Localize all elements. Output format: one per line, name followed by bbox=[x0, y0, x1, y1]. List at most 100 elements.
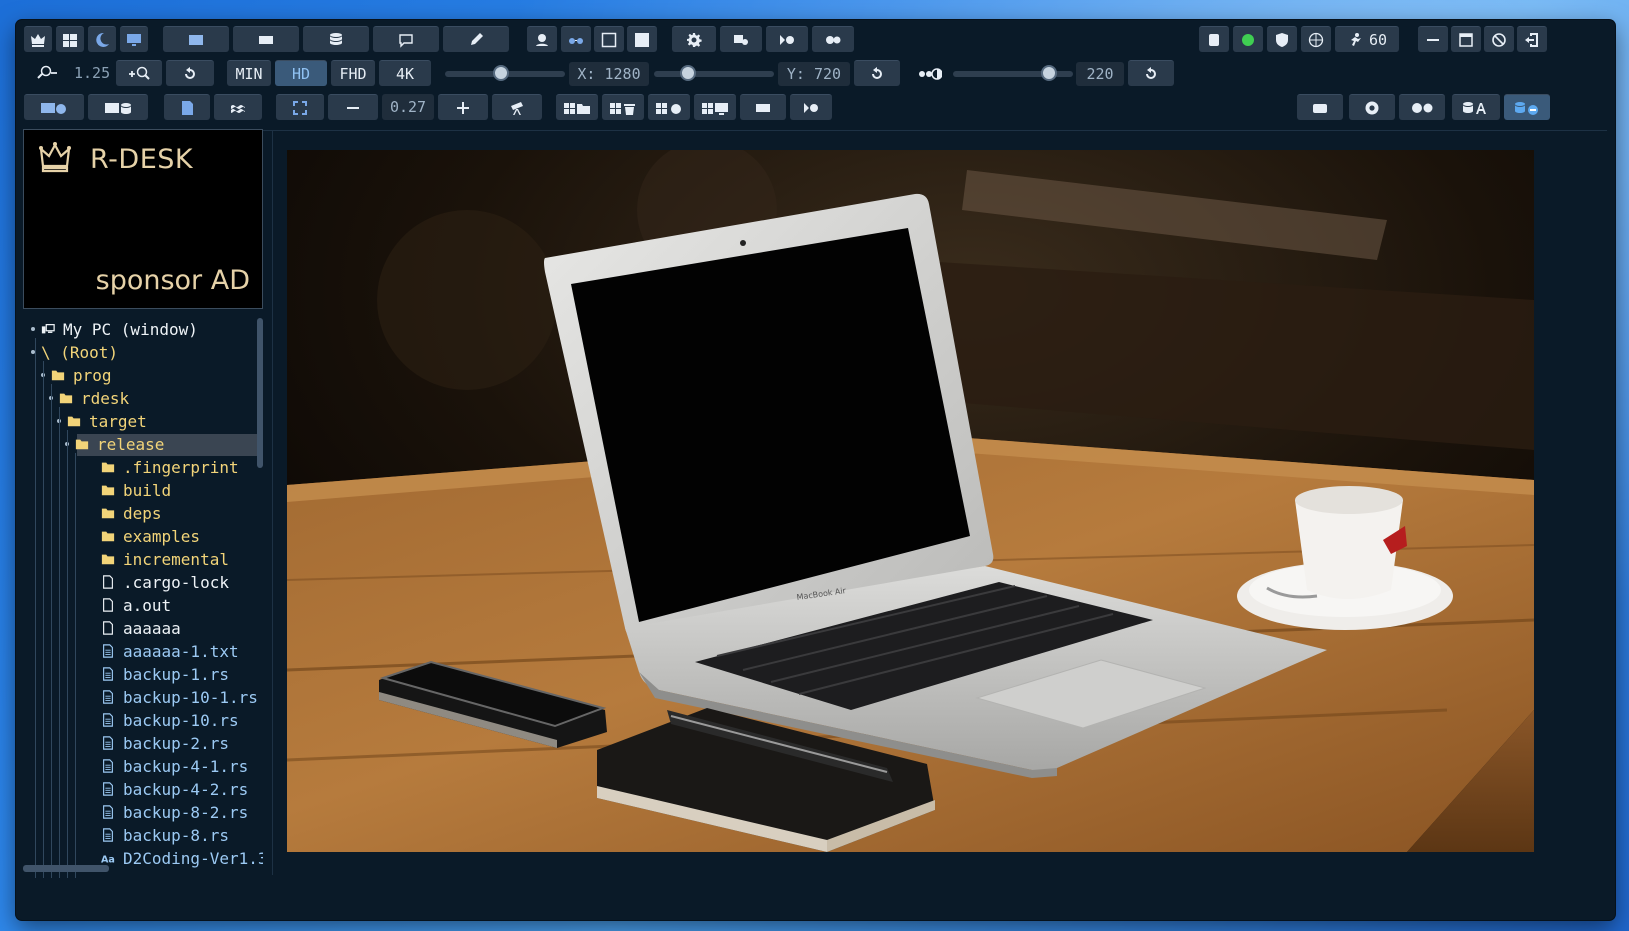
tree-item[interactable]: backup-2.rs bbox=[101, 732, 229, 754]
file-tree[interactable]: My PC (window) \ (Root) prog rdesk target rel… bbox=[23, 318, 263, 878]
windows-button[interactable] bbox=[56, 26, 84, 52]
image-viewer[interactable]: MacBook Air bbox=[287, 150, 1534, 852]
preset-fhd-button[interactable]: FHD bbox=[331, 60, 375, 86]
height-slider-knob[interactable] bbox=[680, 65, 696, 81]
square-outline-button[interactable] bbox=[594, 26, 624, 52]
glasses-button[interactable] bbox=[561, 26, 591, 52]
windows-folder-icon bbox=[564, 102, 590, 114]
tree-item[interactable]: backup-8.rs bbox=[101, 824, 229, 846]
tree-horizontal-scrollbar[interactable] bbox=[23, 865, 109, 872]
green-app-button[interactable] bbox=[1233, 26, 1263, 52]
tree-item-label: backup-10.rs bbox=[123, 710, 239, 730]
image-settings-button[interactable] bbox=[720, 26, 762, 52]
step-increase-button[interactable] bbox=[438, 94, 488, 120]
folder-icon bbox=[101, 462, 115, 473]
image-browser-button[interactable] bbox=[24, 94, 84, 120]
tree-item[interactable]: examples bbox=[101, 525, 200, 547]
zoom-reset-button[interactable] bbox=[166, 60, 214, 86]
maximize-button[interactable] bbox=[1451, 26, 1481, 52]
globe-button[interactable] bbox=[1301, 26, 1331, 52]
video-button[interactable] bbox=[1297, 94, 1343, 120]
windows-display-button[interactable] bbox=[694, 94, 736, 120]
waves-button[interactable] bbox=[214, 94, 262, 120]
tree-item[interactable]: build bbox=[101, 479, 171, 501]
x-value-field[interactable]: X: 1280 bbox=[569, 62, 649, 86]
height-slider[interactable] bbox=[654, 65, 774, 81]
block-button[interactable] bbox=[1484, 26, 1514, 52]
tree-item[interactable]: rdesk bbox=[59, 387, 129, 409]
browser-settings-button[interactable] bbox=[812, 26, 854, 52]
keyboard-shortcut-button[interactable] bbox=[740, 94, 786, 120]
exit-button[interactable] bbox=[1517, 26, 1547, 52]
windows-trash-button[interactable] bbox=[602, 94, 644, 120]
sponsor-ad[interactable]: R-DESK sponsor AD bbox=[23, 129, 263, 309]
database-button[interactable] bbox=[303, 26, 369, 52]
step-value-field[interactable]: 0.27 bbox=[382, 94, 434, 120]
width-slider[interactable] bbox=[445, 65, 565, 81]
font-db-button[interactable] bbox=[1452, 94, 1500, 120]
opacity-value-field[interactable]: 220 bbox=[1076, 62, 1124, 86]
preset-min-button[interactable]: MIN bbox=[227, 60, 271, 86]
width-slider-knob[interactable] bbox=[493, 65, 509, 81]
tree-item[interactable]: \ (Root) bbox=[41, 341, 118, 363]
opacity-reset-button[interactable] bbox=[1128, 60, 1174, 86]
tree-item[interactable]: incremental bbox=[101, 548, 229, 570]
shield-button[interactable] bbox=[1267, 26, 1297, 52]
browser-settings-button-2[interactable] bbox=[1399, 94, 1445, 120]
user-button[interactable] bbox=[527, 26, 557, 52]
tree-item[interactable]: prog bbox=[51, 364, 112, 386]
document-button[interactable] bbox=[164, 94, 210, 120]
tree-item[interactable]: deps bbox=[101, 502, 162, 524]
tree-item[interactable]: target bbox=[67, 410, 147, 432]
image-db-button[interactable] bbox=[88, 94, 148, 120]
tree-item[interactable]: aaaaaa-1.txt bbox=[101, 640, 239, 662]
tree-item[interactable]: backup-4-1.rs bbox=[101, 755, 248, 777]
opacity-slider-knob[interactable] bbox=[1041, 65, 1057, 81]
windows-settings-button[interactable] bbox=[648, 94, 690, 120]
tree-item[interactable]: backup-10-1.rs bbox=[101, 686, 258, 708]
step-decrease-button[interactable] bbox=[328, 94, 378, 120]
keyboard-button[interactable] bbox=[233, 26, 299, 52]
fullscreen-button[interactable] bbox=[276, 94, 324, 120]
image-button[interactable] bbox=[163, 26, 229, 52]
telescope-button[interactable] bbox=[492, 94, 542, 120]
tree-item[interactable]: backup-10.rs bbox=[101, 709, 239, 731]
crown-button[interactable] bbox=[24, 26, 52, 52]
tree-item[interactable]: release bbox=[75, 433, 164, 455]
zoom-in-button[interactable] bbox=[116, 60, 162, 86]
display-button[interactable] bbox=[120, 26, 148, 52]
text-file-icon bbox=[103, 736, 113, 750]
app-button[interactable] bbox=[1199, 26, 1229, 52]
settings-button[interactable] bbox=[672, 26, 716, 52]
square-filled-button[interactable] bbox=[627, 26, 657, 52]
fps-button[interactable]: 60 bbox=[1335, 26, 1399, 52]
tree-item[interactable]: backup-8-2.rs bbox=[101, 801, 248, 823]
tree-item[interactable]: backup-1.rs bbox=[101, 663, 229, 685]
run-settings-button[interactable] bbox=[790, 94, 832, 120]
font-file-icon: Aa bbox=[101, 854, 115, 865]
windows-folder-button[interactable] bbox=[556, 94, 598, 120]
tree-item[interactable]: backup-4-2.rs bbox=[101, 778, 248, 800]
tree-expander[interactable] bbox=[31, 327, 35, 331]
tree-item[interactable]: My PC (window) bbox=[41, 318, 198, 340]
tree-item[interactable]: a.out bbox=[101, 594, 171, 616]
theme-button[interactable] bbox=[88, 26, 116, 52]
db-remove-button[interactable] bbox=[1504, 94, 1550, 120]
preset-hd-button[interactable]: HD bbox=[275, 60, 327, 86]
play-settings-button[interactable] bbox=[766, 26, 808, 52]
file-icon bbox=[103, 575, 113, 589]
chat-button[interactable] bbox=[373, 26, 439, 52]
chrome-button[interactable] bbox=[1349, 94, 1395, 120]
tree-item[interactable]: .cargo-lock bbox=[101, 571, 229, 593]
tree-item[interactable]: aaaaaa bbox=[101, 617, 181, 639]
size-reset-button[interactable] bbox=[854, 60, 900, 86]
tree-vertical-scrollbar[interactable] bbox=[257, 318, 263, 468]
y-value-field[interactable]: Y: 720 bbox=[778, 62, 850, 86]
zoom-out-button[interactable] bbox=[24, 60, 70, 86]
opacity-slider[interactable] bbox=[953, 65, 1073, 81]
tree-item[interactable]: Aa D2Coding-Ver1.3 bbox=[101, 847, 263, 869]
tree-item[interactable]: .fingerprint bbox=[101, 456, 239, 478]
pen-button[interactable] bbox=[443, 26, 509, 52]
preset-4k-button[interactable]: 4K bbox=[379, 60, 431, 86]
minimize-button[interactable] bbox=[1418, 26, 1448, 52]
